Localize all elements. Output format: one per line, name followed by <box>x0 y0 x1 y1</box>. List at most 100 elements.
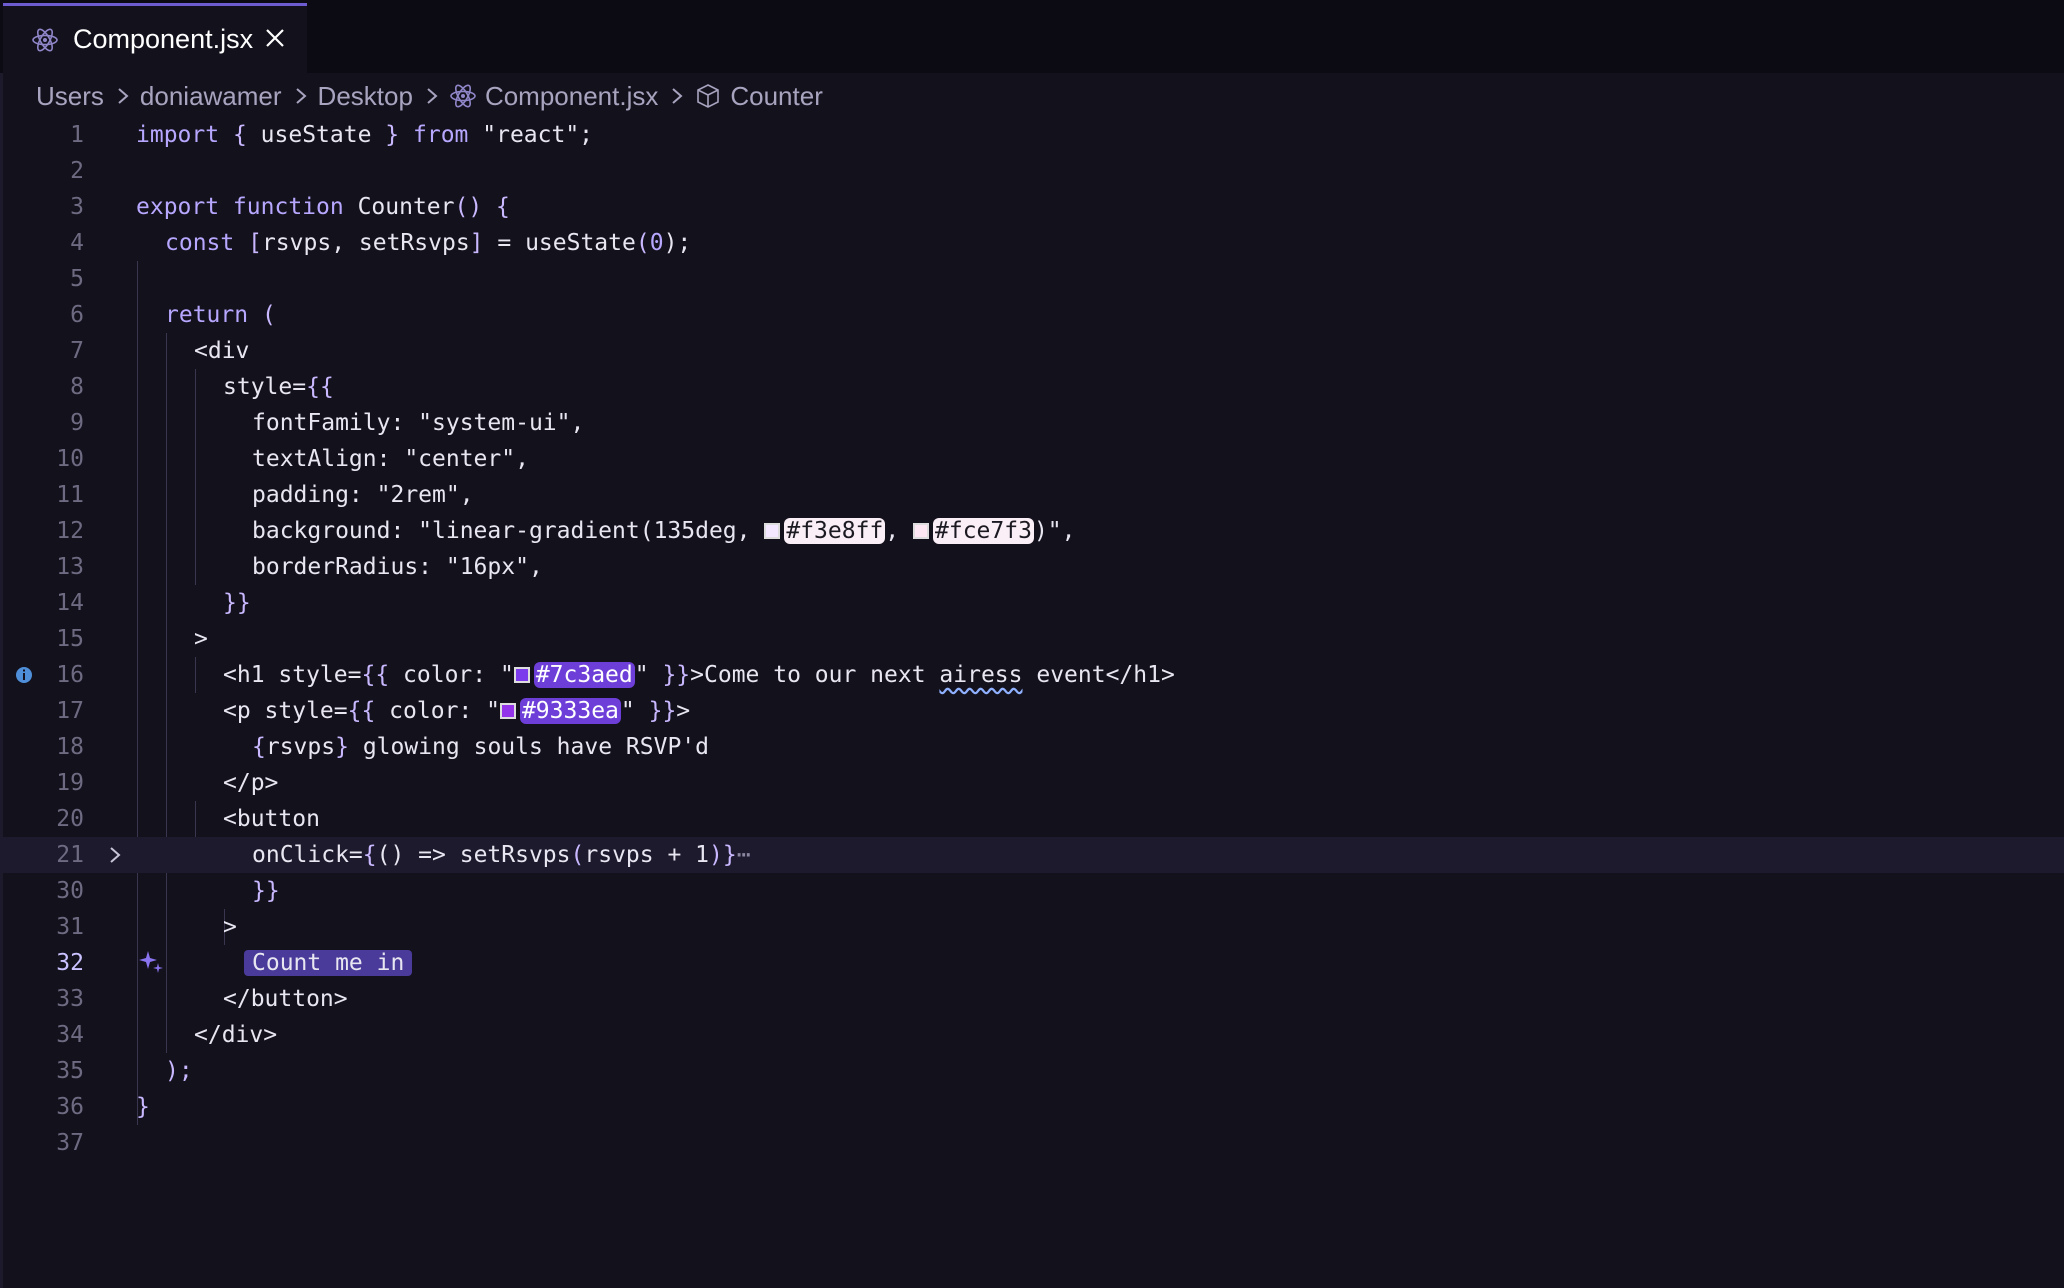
code-line: 30 }} <box>0 873 2064 909</box>
tab-component-jsx[interactable]: Component.jsx <box>3 3 307 73</box>
code-text: }} <box>252 878 280 904</box>
code-line: 31 > <box>0 909 2064 945</box>
code-line: 12 background: "linear-gradient(135deg, … <box>0 513 2064 549</box>
code-line: 3 export function Counter() { <box>0 189 2064 225</box>
code-line: 2 <box>0 153 2064 189</box>
code-line: 10 textAlign: "center", <box>0 441 2064 477</box>
color-value[interactable]: #9333ea <box>519 698 621 724</box>
line-number: 19 <box>56 770 84 796</box>
code-text: textAlign: "center", <box>252 446 529 472</box>
breadcrumb-item-users[interactable]: Users <box>36 81 104 112</box>
code-line: 36 } <box>0 1089 2064 1125</box>
chevron-right-icon <box>672 88 683 104</box>
code-text: background: "linear-gradient(135deg, #f3… <box>252 518 1076 544</box>
breadcrumb-item-counter[interactable]: Counter <box>730 81 823 112</box>
code-line: 8 style={{ <box>0 369 2064 405</box>
folded-ellipsis[interactable]: ⋯ <box>737 842 751 868</box>
line-number: 13 <box>56 554 84 580</box>
code-text: Count me in <box>244 945 413 981</box>
react-icon <box>450 84 476 108</box>
code-line: 37 <box>0 1125 2064 1161</box>
color-swatch[interactable] <box>913 523 929 539</box>
line-number: 7 <box>70 338 84 364</box>
chevron-right-icon <box>427 88 438 104</box>
color-value[interactable]: #fce7f3 <box>933 518 1034 544</box>
spelling-warning[interactable]: airess <box>939 662 1022 688</box>
code-text: fontFamily: "system-ui", <box>252 410 585 436</box>
code-text: </button> <box>223 986 348 1012</box>
code-text: ); <box>165 1058 193 1084</box>
code-text: style={{ <box>223 374 334 400</box>
tab-bar: Component.jsx <box>0 0 2064 73</box>
line-number: 12 <box>56 518 84 544</box>
breadcrumb-item-desktop[interactable]: Desktop <box>318 81 413 112</box>
code-line: 17 <p style={{ color: " #9333ea" }}> <box>0 693 2064 729</box>
line-number: 37 <box>56 1130 84 1156</box>
line-number: 36 <box>56 1094 84 1120</box>
line-number: 21 <box>56 842 84 868</box>
breadcrumb: Users doniawamer Desktop Component.jsx C… <box>36 76 823 116</box>
line-number: 20 <box>56 806 84 832</box>
line-number: 16 <box>56 662 84 688</box>
line-number: 33 <box>56 986 84 1012</box>
code-line: 16 <h1 style={{ color: " #7c3aed" }}>Come… <box>0 657 2064 693</box>
code-text: > <box>194 626 208 652</box>
code-text: {rsvps} glowing souls have RSVP'd <box>252 734 709 760</box>
line-number: 10 <box>56 446 84 472</box>
color-swatch[interactable] <box>764 523 781 539</box>
line-number: 6 <box>70 302 84 328</box>
code-line: 13 borderRadius: "16px", <box>0 549 2064 585</box>
tab-label: Component.jsx <box>73 24 254 54</box>
code-line: 9 fontFamily: "system-ui", <box>0 405 2064 441</box>
code-text: onClick={() => setRsvps(rsvps + 1)}⋯ <box>252 842 751 868</box>
selected-text[interactable]: Count me in <box>244 950 413 976</box>
breadcrumb-item-component-jsx[interactable]: Component.jsx <box>485 81 658 112</box>
color-swatch[interactable] <box>499 703 516 719</box>
code-text: }} <box>223 590 251 616</box>
code-line: 6 return ( <box>0 297 2064 333</box>
color-value[interactable]: #f3e8ff <box>784 518 886 544</box>
line-number: 5 <box>70 266 84 292</box>
line-number: 3 <box>70 194 84 220</box>
line-number: 15 <box>56 626 84 652</box>
line-number: 9 <box>70 410 84 436</box>
code-text: const [rsvps, setRsvps] = useState(0); <box>165 230 692 256</box>
fold-chevron-icon[interactable] <box>104 837 126 873</box>
line-number: 30 <box>56 878 84 904</box>
line-number: 4 <box>70 230 84 256</box>
code-line: 33 </button> <box>0 981 2064 1017</box>
code-line: 7 <div <box>0 333 2064 369</box>
code-line: 19 </p> <box>0 765 2064 801</box>
close-icon[interactable] <box>261 24 289 52</box>
code-text: <h1 style={{ color: " #7c3aed" }}>Come to… <box>223 662 1175 688</box>
line-number: 1 <box>70 122 84 148</box>
code-text: <p style={{ color: " #9333ea" }}> <box>223 698 691 724</box>
line-number: 8 <box>70 374 84 400</box>
code-text: </div> <box>194 1022 278 1048</box>
line-number: 35 <box>56 1058 84 1084</box>
line-number: 32 <box>56 950 84 976</box>
code-text: export function Counter() { <box>136 194 510 220</box>
code-text: borderRadius: "16px", <box>252 554 543 580</box>
code-line: 5 <box>0 261 2064 297</box>
code-line: 32 Count me in <box>0 945 2064 981</box>
code-line: 34 </div> <box>0 1017 2064 1053</box>
chevron-right-icon <box>295 88 307 104</box>
code-text: <div <box>194 338 250 364</box>
code-text: return ( <box>165 302 276 328</box>
sparkle-icon[interactable] <box>138 945 166 981</box>
color-value[interactable]: #7c3aed <box>533 662 635 688</box>
code-line: 11 padding: "2rem", <box>0 477 2064 513</box>
breadcrumb-item-doniawamer[interactable]: doniawamer <box>140 81 282 112</box>
line-number: 34 <box>56 1022 84 1048</box>
line-number: 2 <box>70 158 84 184</box>
chevron-right-icon <box>118 88 129 104</box>
code-line: 15 > <box>0 621 2064 657</box>
color-swatch[interactable] <box>513 667 530 683</box>
line-number: 18 <box>56 734 84 760</box>
code-text: } <box>136 1094 150 1120</box>
code-line: 20 <button <box>0 801 2064 837</box>
line-number: 11 <box>56 482 84 508</box>
code-line: 18 {rsvps} glowing souls have RSVP'd <box>0 729 2064 765</box>
react-icon <box>32 28 58 51</box>
